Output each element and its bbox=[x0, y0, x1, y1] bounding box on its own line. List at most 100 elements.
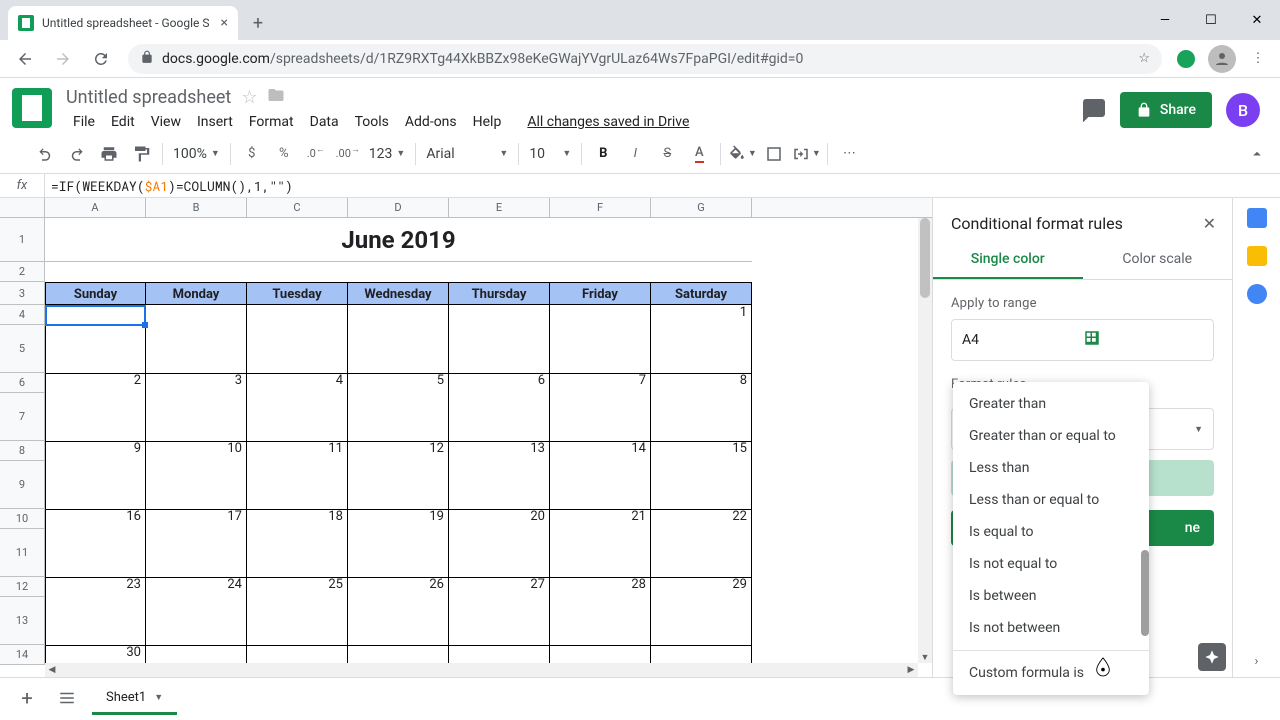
reload-icon[interactable] bbox=[84, 42, 118, 76]
col-header[interactable]: E bbox=[449, 198, 550, 217]
dropdown-item[interactable]: Greater than bbox=[953, 388, 1149, 420]
calendar-day-cell[interactable]: 24 bbox=[146, 577, 247, 646]
calendar-day-cell[interactable]: 2 bbox=[45, 373, 146, 442]
col-header[interactable]: A bbox=[45, 198, 146, 217]
drive-save-status[interactable]: All changes saved in Drive bbox=[520, 110, 696, 134]
close-window-icon[interactable]: ✕ bbox=[1234, 0, 1280, 40]
select-range-icon[interactable] bbox=[1083, 329, 1204, 351]
back-icon[interactable] bbox=[8, 42, 42, 76]
calendar-day-cell[interactable]: 15 bbox=[651, 441, 752, 510]
borders-button[interactable] bbox=[759, 139, 789, 169]
extension-icon[interactable] bbox=[1172, 45, 1200, 73]
more-toolbar-icon[interactable]: ⋯ bbox=[834, 139, 864, 169]
tasks-addon-icon[interactable] bbox=[1247, 284, 1267, 304]
calendar-day-cell[interactable]: 25 bbox=[247, 577, 348, 646]
explore-button[interactable] bbox=[1198, 643, 1226, 671]
calendar-day-cell[interactable]: 17 bbox=[146, 509, 247, 578]
calendar-day-cell[interactable]: 9 bbox=[45, 441, 146, 510]
dropdown-item[interactable]: Is not equal to bbox=[953, 548, 1149, 580]
calendar-day-cell[interactable] bbox=[550, 305, 651, 374]
tab-single-color[interactable]: Single color bbox=[933, 241, 1083, 279]
row-header[interactable]: 11 bbox=[0, 529, 44, 577]
calendar-day-cell[interactable]: 5 bbox=[348, 373, 449, 442]
browser-menu-icon[interactable]: ⋮ bbox=[1244, 45, 1272, 73]
undo-icon[interactable] bbox=[30, 139, 60, 169]
more-formats-dropdown[interactable]: 123▼ bbox=[365, 139, 410, 169]
merge-cells-button[interactable]: ▼ bbox=[791, 139, 821, 169]
calendar-day-cell[interactable]: 16 bbox=[45, 509, 146, 578]
scroll-right-icon[interactable]: ▶ bbox=[904, 663, 918, 677]
menu-help[interactable]: Help bbox=[466, 110, 509, 134]
sheets-logo-icon[interactable] bbox=[12, 88, 56, 132]
decrease-decimal-button[interactable]: .0← bbox=[301, 139, 331, 169]
address-bar[interactable]: docs.google.com/spreadsheets/d/1RZ9RXTg4… bbox=[128, 44, 1162, 74]
dropdown-item[interactable]: Is not between bbox=[953, 612, 1149, 644]
fill-color-button[interactable]: ▼ bbox=[727, 139, 757, 169]
col-header[interactable]: D bbox=[348, 198, 449, 217]
share-button[interactable]: Share bbox=[1120, 92, 1212, 128]
percent-button[interactable]: % bbox=[269, 139, 299, 169]
sheet-tab[interactable]: Sheet1 ▼ bbox=[92, 682, 177, 714]
col-header[interactable]: C bbox=[247, 198, 348, 217]
currency-button[interactable]: $ bbox=[237, 139, 267, 169]
dropdown-item[interactable]: Is equal to bbox=[953, 516, 1149, 548]
calendar-day-cell[interactable]: 19 bbox=[348, 509, 449, 578]
row-header[interactable]: 7 bbox=[0, 393, 44, 441]
calendar-day-cell[interactable] bbox=[146, 305, 247, 374]
account-avatar[interactable]: B bbox=[1226, 93, 1260, 127]
calendar-day-cell[interactable]: 22 bbox=[651, 509, 752, 578]
increase-decimal-button[interactable]: .00→ bbox=[333, 139, 363, 169]
range-input[interactable]: A4 bbox=[951, 319, 1214, 361]
star-icon[interactable]: ☆ bbox=[241, 87, 257, 108]
add-sheet-button[interactable]: + bbox=[12, 683, 42, 713]
row-header[interactable]: 9 bbox=[0, 461, 44, 509]
horizontal-scrollbar[interactable]: ◀ ▶ bbox=[45, 663, 918, 677]
row-header[interactable]: 12 bbox=[0, 577, 44, 597]
font-size-dropdown[interactable]: 10▼ bbox=[525, 139, 575, 169]
formula-input[interactable]: =IF(WEEKDAY($A1)=COLUMN(),1,"") bbox=[45, 177, 293, 195]
calendar-day-cell[interactable]: 14 bbox=[550, 441, 651, 510]
comments-icon[interactable] bbox=[1082, 98, 1106, 122]
print-icon[interactable] bbox=[94, 139, 124, 169]
select-all-corner[interactable] bbox=[0, 198, 45, 217]
calendar-day-cell[interactable] bbox=[45, 305, 146, 374]
calendar-day-cell[interactable]: 29 bbox=[651, 577, 752, 646]
menu-view[interactable]: View bbox=[144, 110, 188, 134]
browser-tab[interactable]: Untitled spreadsheet - Google S × bbox=[8, 6, 238, 40]
hide-sidepanel-icon[interactable]: › bbox=[1255, 654, 1259, 669]
row-header[interactable]: 14 bbox=[0, 645, 44, 665]
menu-edit[interactable]: Edit bbox=[104, 110, 142, 134]
scroll-left-icon[interactable]: ◀ bbox=[45, 663, 59, 677]
maximize-icon[interactable]: ☐ bbox=[1188, 0, 1234, 40]
move-folder-icon[interactable] bbox=[267, 86, 285, 108]
all-sheets-button[interactable] bbox=[52, 683, 82, 713]
calendar-day-cell[interactable]: 23 bbox=[45, 577, 146, 646]
calendar-day-cell[interactable]: 27 bbox=[449, 577, 550, 646]
font-dropdown[interactable]: Arial▼ bbox=[422, 139, 512, 169]
calendar-day-cell[interactable]: 10 bbox=[146, 441, 247, 510]
calendar-day-cell[interactable]: 8 bbox=[651, 373, 752, 442]
dropdown-item[interactable]: Less than or equal to bbox=[953, 484, 1149, 516]
row-header[interactable]: 1 bbox=[0, 218, 44, 262]
row-header[interactable]: 3 bbox=[0, 282, 44, 305]
dropdown-scrollbar[interactable] bbox=[1141, 550, 1149, 636]
calendar-day-cell[interactable]: 20 bbox=[449, 509, 550, 578]
bold-button[interactable]: B bbox=[588, 139, 618, 169]
paint-format-icon[interactable] bbox=[126, 139, 156, 169]
dropdown-item[interactable]: Custom formula is bbox=[953, 657, 1149, 689]
vertical-scrollbar[interactable]: ▼ bbox=[918, 218, 932, 663]
calendar-day-cell[interactable]: 6 bbox=[449, 373, 550, 442]
calendar-day-cell[interactable]: 3 bbox=[146, 373, 247, 442]
calendar-addon-icon[interactable] bbox=[1247, 208, 1267, 228]
col-header[interactable]: B bbox=[146, 198, 247, 217]
strikethrough-button[interactable]: S bbox=[652, 139, 682, 169]
dropdown-item[interactable]: Is between bbox=[953, 580, 1149, 612]
calendar-day-cell[interactable]: 1 bbox=[651, 305, 752, 374]
dropdown-item[interactable]: Greater than or equal to bbox=[953, 420, 1149, 452]
scroll-thumb[interactable] bbox=[920, 218, 930, 298]
row-header[interactable]: 8 bbox=[0, 441, 44, 461]
row-header[interactable]: 4 bbox=[0, 305, 44, 325]
calendar-day-cell[interactable]: 4 bbox=[247, 373, 348, 442]
bookmark-star-icon[interactable]: ☆ bbox=[1138, 51, 1150, 66]
menu-format[interactable]: Format bbox=[242, 110, 301, 134]
